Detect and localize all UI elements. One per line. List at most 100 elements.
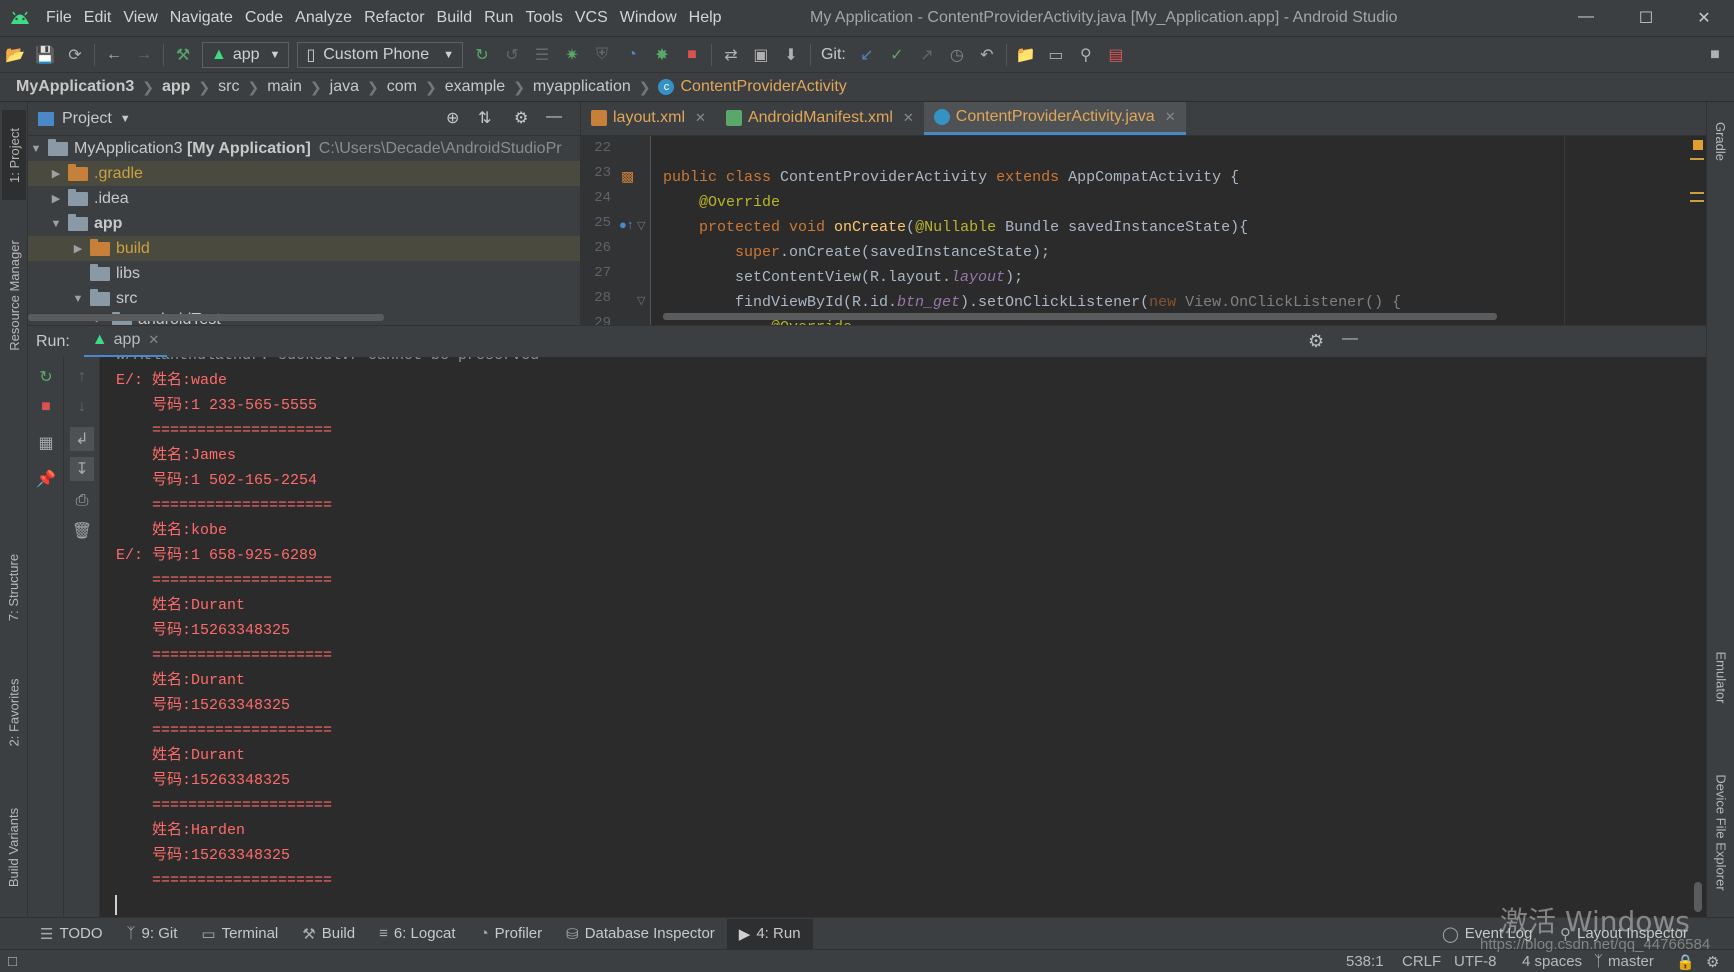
gear-icon[interactable]: ⚙ (514, 108, 528, 128)
android-run-gutter-icon[interactable]: ▩ (621, 168, 634, 185)
minimize-icon[interactable]: — (1576, 8, 1596, 26)
memory-icon[interactable]: ⚙ (1706, 953, 1719, 971)
git-update-icon[interactable]: ↙ (852, 41, 882, 69)
tree-row-app[interactable]: ▼ app (28, 211, 580, 236)
breadcrumb-item[interactable]: example (445, 78, 505, 96)
run-config-select[interactable]: ▲ app ▼ (202, 41, 290, 68)
menu-help[interactable]: Help (683, 9, 728, 27)
run-tab-app[interactable]: ▲ app ✕ (83, 326, 168, 358)
tree-row-build[interactable]: ▶ build (28, 236, 580, 261)
close-icon[interactable]: ✕ (1694, 8, 1714, 28)
tool-window-run[interactable]: ▶ 4: Run (726, 918, 813, 949)
tool-window-terminal[interactable]: ▭ Terminal (189, 919, 290, 949)
avd-manager-icon[interactable]: ▣ (746, 41, 776, 69)
git-rollback-icon[interactable]: ↶ (972, 41, 1002, 69)
warning-marker-icon[interactable] (1693, 140, 1703, 150)
tool-window-build[interactable]: ⚒ Build (290, 919, 367, 949)
cursor-position[interactable]: 538:1 (1346, 953, 1384, 970)
menu-view[interactable]: View (117, 9, 163, 27)
apply-code-changes-icon[interactable]: ☰ (527, 41, 557, 69)
tab-content-provider-activity[interactable]: ContentProviderActivity.java ✕ (923, 102, 1186, 135)
tool-window-database-inspector[interactable]: ⛁ Database Inspector (554, 919, 727, 949)
sync-icon[interactable]: ⟳ (60, 41, 90, 69)
code-area[interactable]: public class ContentProviderActivity ext… (663, 136, 1706, 325)
breadcrumb-item[interactable]: MyApplication3 (16, 78, 134, 96)
indent-setting[interactable]: 4 spaces (1522, 953, 1582, 970)
soft-wrap-icon[interactable]: ↲ (70, 427, 94, 451)
close-tab-icon[interactable]: ✕ (148, 332, 159, 348)
down-arrow-icon[interactable]: ↓ (70, 395, 94, 419)
line-separator[interactable]: CRLF (1402, 953, 1441, 970)
breadcrumb-item[interactable]: app (162, 78, 190, 96)
breadcrumb-current[interactable]: ContentProviderActivity (680, 78, 846, 96)
search-icon[interactable]: ⚲ (1071, 41, 1101, 69)
close-tab-icon[interactable]: ✕ (695, 110, 706, 126)
debug-icon[interactable]: ✷ (557, 41, 587, 69)
up-arrow-icon[interactable]: ↑ (70, 365, 94, 389)
fold-icon[interactable]: ▽ (637, 219, 645, 232)
menu-analyze[interactable]: Analyze (289, 9, 358, 27)
menu-window[interactable]: Window (614, 9, 683, 27)
pin-icon[interactable]: 📌 (34, 467, 58, 491)
tab-gradle[interactable]: Gradle (1709, 106, 1733, 176)
gear-icon[interactable]: ⚙ (1308, 331, 1324, 352)
tree-row-idea[interactable]: ▶ .idea (28, 186, 580, 211)
tree-row-libs[interactable]: libs (28, 261, 580, 286)
error-stripe-marker[interactable] (1690, 192, 1704, 194)
file-encoding[interactable]: UTF-8 (1454, 953, 1497, 970)
menu-code[interactable]: Code (239, 9, 289, 27)
run-console[interactable]: W/Atlanthdlathdr: sdcksdlvr cannot be pr… (100, 357, 1706, 917)
save-icon[interactable]: 💾 (30, 41, 60, 69)
tool-window-git[interactable]: ᛉ 9: Git (115, 919, 190, 949)
error-stripe-marker[interactable] (1690, 200, 1704, 202)
gradle-sync-icon[interactable]: ⇄ (716, 41, 746, 69)
locate-icon[interactable]: ⊕ (446, 108, 459, 128)
terminal-window-icon[interactable]: ▭ (1041, 41, 1071, 69)
project-view-select[interactable]: Project (62, 110, 112, 128)
menu-tools[interactable]: Tools (519, 9, 568, 27)
close-tab-icon[interactable]: ✕ (903, 110, 914, 126)
tab-project[interactable]: 1: Project (2, 110, 26, 200)
error-stripe-marker[interactable] (1690, 158, 1704, 160)
panel-toggle-icon[interactable]: □ (8, 953, 17, 970)
breadcrumb-item[interactable]: java (330, 78, 359, 96)
maximize-icon[interactable]: ☐ (1636, 8, 1656, 28)
lock-icon[interactable]: 🔒 (1676, 953, 1695, 971)
menu-run[interactable]: Run (478, 9, 519, 27)
hide-panel-icon[interactable]: — (1342, 330, 1358, 348)
breadcrumb-item[interactable]: src (218, 78, 239, 96)
code-horizontal-scrollbar[interactable] (663, 313, 1497, 320)
menu-build[interactable]: Build (431, 9, 479, 27)
print-icon[interactable]: ⎙ (70, 489, 94, 513)
breadcrumb-item[interactable]: myapplication (533, 78, 631, 96)
close-tab-icon[interactable]: ✕ (1165, 109, 1176, 125)
rerun-icon[interactable]: ↻ (467, 41, 497, 69)
menu-navigate[interactable]: Navigate (164, 9, 239, 27)
tab-device-file-explorer[interactable]: Device File Explorer (1709, 752, 1733, 912)
layout-icon[interactable]: ▦ (34, 431, 58, 455)
scroll-to-end-icon[interactable]: ↧ (70, 457, 94, 481)
tool-window-todo[interactable]: ☰ TODO (28, 919, 115, 949)
menu-file[interactable]: File (40, 9, 78, 27)
chevron-down-icon[interactable]: ▼ (120, 113, 131, 125)
tree-row-root[interactable]: ▼ MyApplication3 [My Application] C:\Use… (28, 136, 580, 161)
git-push-icon[interactable]: ↗ (912, 41, 942, 69)
tool-window-logcat[interactable]: ≡ 6: Logcat (367, 919, 467, 949)
menu-vcs[interactable]: VCS (569, 9, 614, 27)
menu-edit[interactable]: Edit (78, 9, 118, 27)
menu-refactor[interactable]: Refactor (358, 9, 430, 27)
device-select[interactable]: ▯ Custom Phone ▼ (297, 41, 463, 68)
git-commit-icon[interactable]: ✓ (882, 41, 912, 69)
console-scrollbar[interactable] (1694, 882, 1702, 912)
collapse-all-icon[interactable]: ⇅ (478, 108, 491, 128)
tab-emulator[interactable]: Emulator (1709, 632, 1733, 722)
fold-icon[interactable]: ▽ (637, 294, 645, 307)
apply-changes-icon[interactable]: ↺ (497, 41, 527, 69)
tool-window-profiler[interactable]: ◔ Profiler (468, 919, 555, 949)
back-arrow-icon[interactable]: ← (99, 41, 129, 69)
breadcrumb-item[interactable]: main (267, 78, 302, 96)
tree-row-src[interactable]: ▼ src (28, 286, 580, 311)
tab-android-manifest[interactable]: AndroidManifest.xml ✕ (716, 102, 924, 135)
horizontal-scrollbar[interactable] (28, 314, 384, 321)
tab-favorites[interactable]: 2: Favorites (2, 662, 26, 762)
